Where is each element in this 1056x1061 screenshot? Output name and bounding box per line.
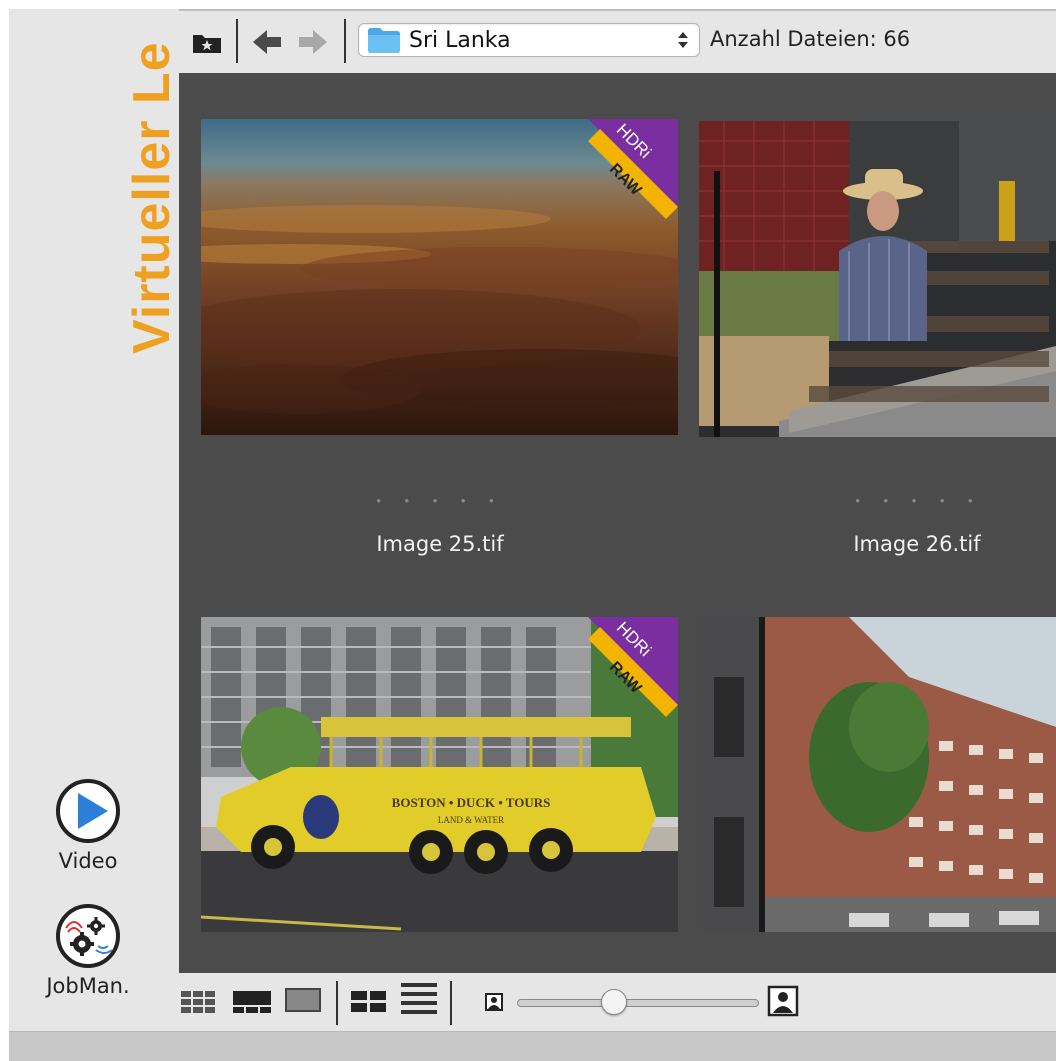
rating-dots[interactable]: • • • • • (839, 493, 999, 508)
hdri-raw-badge: HDRi RAW (588, 119, 678, 219)
file-name: Image 26.tif (853, 532, 981, 556)
bottom-separator (336, 981, 338, 1025)
grid-small-view-icon[interactable] (181, 989, 217, 1020)
bus-text: BOSTON • DUCK • TOURS (392, 795, 551, 810)
video-button[interactable]: Video (33, 777, 143, 873)
thumbnail-cell[interactable] (679, 573, 1056, 973)
toolbar-separator (236, 19, 238, 63)
toolbar-separator (344, 19, 346, 63)
thumbnail-size-slider[interactable] (517, 989, 759, 1015)
rating-dots[interactable]: • • • • • (360, 493, 520, 508)
thumbnail-cell[interactable]: HDRi RAW • • • • • Image 25.tif (179, 73, 679, 556)
large-thumbnail-icon[interactable] (767, 985, 799, 1022)
app-title: Virtueller Le (123, 41, 181, 354)
bottom-separator (450, 981, 452, 1025)
status-bar (9, 1031, 1056, 1061)
folder-name: Sri Lanka (409, 28, 511, 53)
forward-arrow-icon[interactable] (297, 27, 329, 62)
thumbnail-image[interactable] (699, 121, 1056, 437)
thumbnail-image[interactable]: HDRi RAW (201, 119, 678, 435)
filmstrip-view-icon[interactable] (233, 989, 271, 1020)
thumbnail-image[interactable] (699, 617, 1056, 932)
list-view-icon[interactable] (401, 981, 437, 1026)
grid-large-view-icon[interactable] (351, 989, 387, 1020)
thumbnail-cell[interactable]: • • • • • Image 26.tif (679, 73, 1056, 556)
thumbnail-image[interactable]: BOSTON • DUCK • TOURS LAND & WATER HDRi … (201, 617, 678, 932)
bus-subtext: LAND & WATER (438, 815, 504, 825)
single-view-icon[interactable] (285, 987, 321, 1020)
favorites-folder-icon[interactable] (191, 31, 223, 60)
video-label: Video (58, 849, 118, 873)
folder-select[interactable]: Sri Lanka (358, 23, 700, 57)
thumbnail-cell[interactable]: BOSTON • DUCK • TOURS LAND & WATER HDRi … (179, 573, 679, 973)
file-count: Anzahl Dateien: 66 (710, 27, 911, 51)
jobmanager-button[interactable]: JobMan. (33, 902, 143, 998)
small-thumbnail-icon[interactable] (485, 993, 503, 1016)
updown-chevron-icon (678, 32, 688, 48)
toolbar: Sri Lanka Anzahl Dateien: 66 (179, 11, 1056, 77)
hdri-raw-badge: HDRi RAW (588, 617, 678, 717)
bottom-toolbar (179, 973, 1056, 1031)
folder-icon (368, 28, 400, 53)
sidebar: Virtueller Le Video JobMan. (9, 9, 181, 1031)
gear-icon (56, 904, 120, 968)
slider-thumb[interactable] (601, 989, 627, 1015)
app-window: Virtueller Le Video JobMan. Sri Lanka An… (9, 9, 1056, 1061)
play-icon (56, 779, 120, 843)
thumbnail-grid[interactable]: HDRi RAW • • • • • Image 25.tif • • • • … (179, 73, 1056, 973)
back-arrow-icon[interactable] (251, 27, 283, 62)
file-name: Image 25.tif (376, 532, 504, 556)
jobmanager-label: JobMan. (46, 974, 130, 998)
